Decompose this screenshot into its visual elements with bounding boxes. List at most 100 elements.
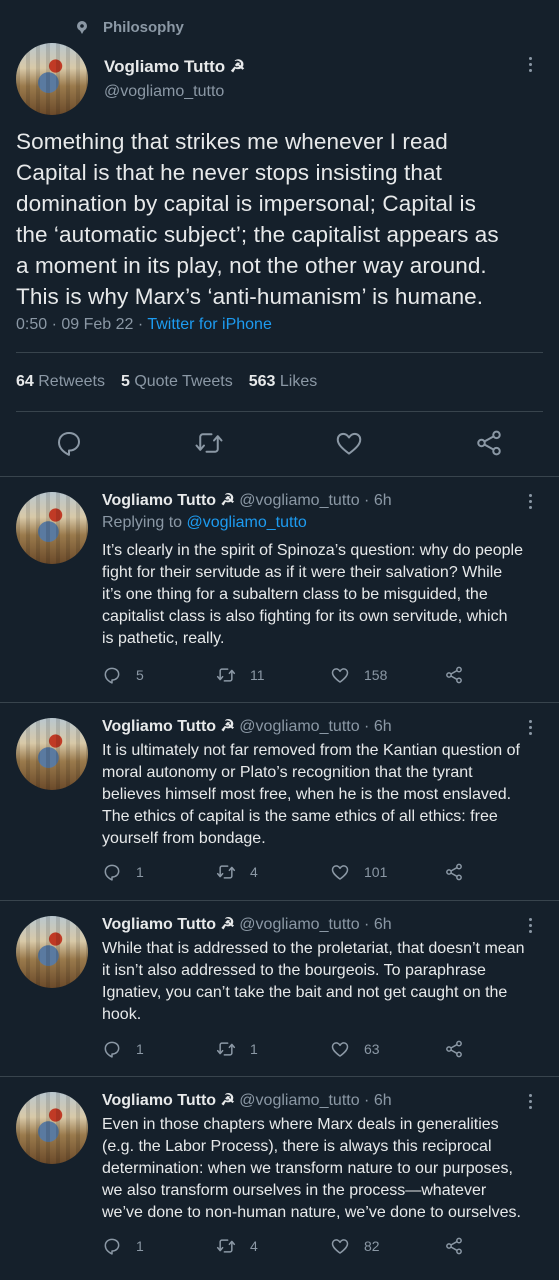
like-icon	[331, 865, 349, 880]
tweet-source-link[interactable]: Twitter for iPhone	[147, 316, 272, 333]
reply-header: Vogliamo Tutto ☭ @vogliamo_tutto · 6h	[102, 490, 392, 510]
like-count: 101	[364, 864, 388, 880]
reply-button[interactable]: 1	[102, 1236, 144, 1256]
tweet-text-line: Capital is that he never stops insisting…	[16, 160, 442, 185]
likes-stat[interactable]: 563 Likes	[249, 373, 318, 391]
reply-button[interactable]: 1	[102, 862, 144, 882]
reply-actions: 5 11 158	[102, 665, 522, 687]
author-name[interactable]: Vogliamo Tutto ☭	[102, 1092, 235, 1109]
more-options-icon[interactable]	[527, 1094, 533, 1109]
reply-actions: 1 1 63	[102, 1039, 522, 1061]
like-icon	[331, 1042, 349, 1057]
retweet-count: 4	[250, 864, 258, 880]
reply-tweet[interactable]: Vogliamo Tutto ☭ @vogliamo_tutto · 6h Ev…	[0, 1090, 559, 1270]
retweet-button[interactable]: 1	[216, 1039, 258, 1059]
reply-icon	[104, 864, 120, 881]
retweet-icon[interactable]	[194, 428, 224, 458]
share-icon	[446, 1040, 462, 1058]
more-options-icon[interactable]	[527, 720, 533, 735]
topic-pin-icon	[77, 21, 87, 34]
avatar[interactable]	[16, 1092, 88, 1164]
share-button[interactable]	[444, 862, 464, 882]
like-icon	[331, 1239, 349, 1254]
avatar[interactable]	[16, 916, 88, 988]
more-options-icon[interactable]	[527, 494, 533, 509]
retweet-icon	[216, 668, 236, 682]
author-handle[interactable]: @vogliamo_tutto · 6h	[239, 916, 391, 933]
reply-header: Vogliamo Tutto ☭ @vogliamo_tutto · 6h	[102, 1090, 392, 1110]
author-name[interactable]: Vogliamo Tutto ☭	[104, 57, 245, 77]
reply-icon	[104, 1041, 120, 1058]
reply-text: It’s clearly in the spirit of Spinoza’s …	[102, 542, 523, 647]
share-icon	[446, 863, 462, 881]
reply-count: 1	[136, 1238, 144, 1254]
tweet-text: Something that strikes me whenever I rea…	[16, 126, 551, 312]
share-icon	[446, 666, 462, 684]
reply-header: Vogliamo Tutto ☭ @vogliamo_tutto · 6h	[102, 716, 392, 736]
retweet-count: 4	[250, 1238, 258, 1254]
divider	[16, 411, 543, 412]
tweet-text-line: domination by capital is impersonal; Cap…	[16, 191, 476, 216]
reply-actions: 1 4 101	[102, 862, 522, 884]
like-count: 82	[364, 1238, 380, 1254]
reply-tweet[interactable]: Vogliamo Tutto ☭ @vogliamo_tutto · 6h Re…	[0, 490, 559, 700]
like-button[interactable]: 82	[330, 1236, 380, 1256]
engagement-stats: 64 Retweets 5 Quote Tweets 563 Likes	[16, 373, 317, 391]
divider	[0, 476, 559, 477]
retweet-count: 1	[250, 1041, 258, 1057]
reply-button[interactable]: 5	[102, 665, 144, 685]
author-name[interactable]: Vogliamo Tutto ☭	[102, 492, 235, 509]
reply-header: Vogliamo Tutto ☭ @vogliamo_tutto · 6h	[102, 914, 392, 934]
reply-actions: 1 4 82	[102, 1236, 522, 1258]
divider	[0, 900, 559, 901]
divider	[16, 352, 543, 353]
replying-to-link[interactable]: @vogliamo_tutto	[187, 514, 307, 531]
reply-icon	[104, 1238, 120, 1255]
like-count: 158	[364, 667, 388, 683]
retweet-icon	[216, 1239, 236, 1253]
like-button[interactable]: 63	[330, 1039, 380, 1059]
author-name[interactable]: Vogliamo Tutto ☭	[102, 718, 235, 735]
like-icon[interactable]	[334, 428, 364, 458]
more-options-icon[interactable]	[527, 57, 533, 72]
like-icon	[331, 668, 349, 683]
avatar[interactable]	[16, 43, 88, 115]
reply-tweet[interactable]: Vogliamo Tutto ☭ @vogliamo_tutto · 6h Wh…	[0, 914, 559, 1074]
reply-text: Even in those chapters where Marx deals …	[102, 1116, 521, 1221]
share-button[interactable]	[444, 1236, 464, 1256]
divider	[0, 702, 559, 703]
author-handle[interactable]: @vogliamo_tutto	[104, 83, 224, 101]
retweet-icon	[216, 1042, 236, 1056]
tweet-text-line: a moment in its play, not the other way …	[16, 253, 487, 278]
avatar[interactable]	[16, 718, 88, 790]
tweet-timestamp[interactable]: 0:50 · 09 Feb 22 ·	[16, 316, 147, 333]
reply-icon[interactable]	[54, 428, 84, 458]
author-handle[interactable]: @vogliamo_tutto · 6h	[239, 492, 391, 509]
retweet-button[interactable]: 4	[216, 862, 258, 882]
author-handle[interactable]: @vogliamo_tutto · 6h	[239, 1092, 391, 1109]
reply-count: 1	[136, 864, 144, 880]
tweet-meta: 0:50 · 09 Feb 22 · Twitter for iPhone	[16, 316, 272, 334]
more-options-icon[interactable]	[527, 918, 533, 933]
like-button[interactable]: 158	[330, 665, 387, 685]
share-button[interactable]	[444, 1039, 464, 1059]
share-icon	[446, 1237, 462, 1255]
share-icon[interactable]	[474, 428, 504, 458]
reply-count: 1	[136, 1041, 144, 1057]
author-handle[interactable]: @vogliamo_tutto · 6h	[239, 718, 391, 735]
tweet-text-line: This is why Marx’s ‘anti-humanism’ is hu…	[16, 284, 484, 309]
author-name[interactable]: Vogliamo Tutto ☭	[102, 916, 235, 933]
retweets-stat[interactable]: 64 Retweets	[16, 373, 105, 391]
like-button[interactable]: 101	[330, 862, 387, 882]
reply-tweet[interactable]: Vogliamo Tutto ☭ @vogliamo_tutto · 6h It…	[0, 716, 559, 896]
quote-tweets-stat[interactable]: 5 Quote Tweets	[121, 373, 233, 391]
avatar[interactable]	[16, 492, 88, 564]
tweet-text-line: the ‘automatic subject’; the capitalist …	[16, 222, 499, 247]
share-button[interactable]	[444, 665, 464, 685]
retweet-button[interactable]: 11	[216, 665, 265, 685]
retweet-button[interactable]: 4	[216, 1236, 258, 1256]
reply-button[interactable]: 1	[102, 1039, 144, 1059]
reply-text: While that is addressed to the proletari…	[102, 940, 525, 1023]
retweet-icon	[216, 865, 236, 879]
topic-context[interactable]: Philosophy	[75, 15, 184, 39]
